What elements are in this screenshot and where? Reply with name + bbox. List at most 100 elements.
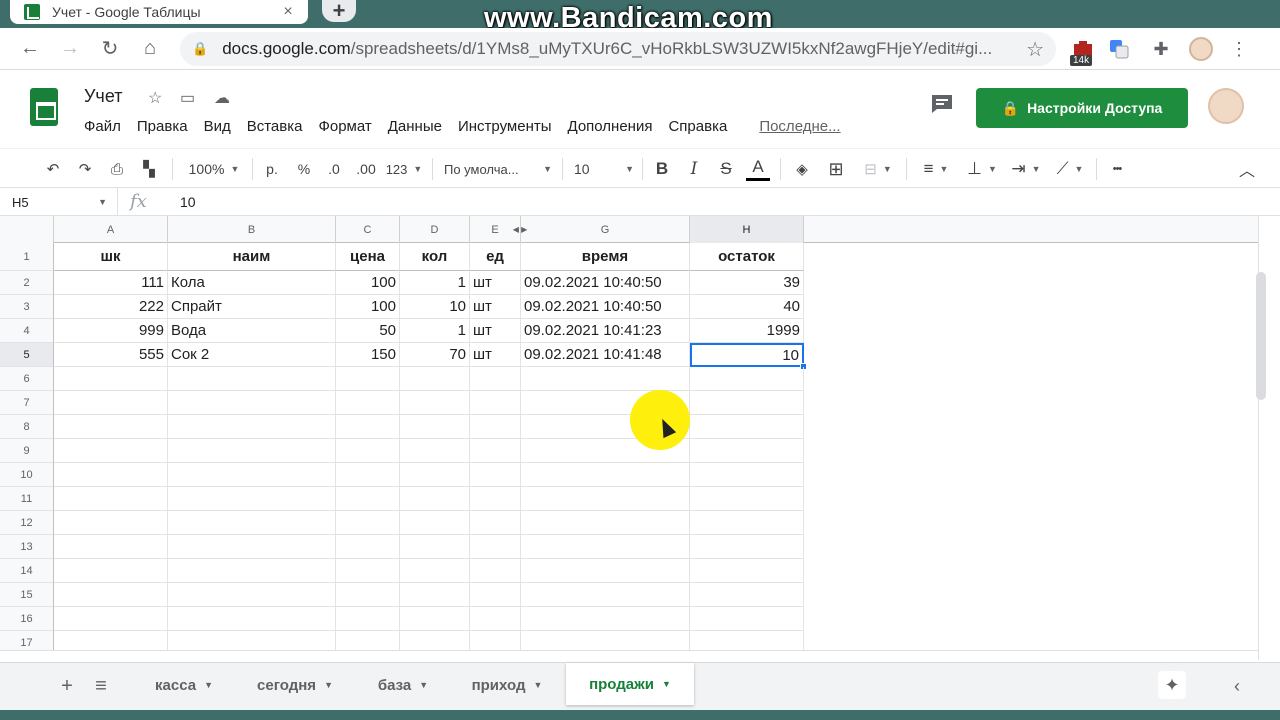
horizontal-scrollbar[interactable] [0, 650, 1258, 662]
cell-d7[interactable] [400, 391, 470, 415]
row-header-2[interactable]: 2 [0, 271, 54, 295]
cell-b11[interactable] [168, 487, 336, 511]
cell-e2[interactable]: шт [470, 271, 521, 295]
cell-d16[interactable] [400, 607, 470, 631]
menu-insert[interactable]: Вставка [247, 116, 311, 137]
cell-d9[interactable] [400, 439, 470, 463]
borders-icon[interactable]: ⊞ [824, 155, 848, 183]
cell-d15[interactable] [400, 583, 470, 607]
row-header-15[interactable]: 15 [0, 583, 54, 607]
cell-a14[interactable] [54, 559, 168, 583]
row-header-8[interactable]: 8 [0, 415, 54, 439]
cell-b12[interactable] [168, 511, 336, 535]
cell-b4[interactable]: Вода [168, 319, 336, 343]
spreadsheet-grid[interactable]: A B C D E G H ◀ ▶ 1 шк наим цена кол ед время остаток 2 1… [0, 216, 1258, 660]
column-header-b[interactable]: B [168, 216, 336, 243]
decrease-decimal-button[interactable]: .0 [322, 155, 346, 183]
cell-e11[interactable] [470, 487, 521, 511]
row-header-7[interactable]: 7 [0, 391, 54, 415]
bookmark-star-icon[interactable]: ☆ [1026, 37, 1044, 62]
cell-c3[interactable]: 100 [336, 295, 400, 319]
add-sheet-button[interactable]: + [54, 673, 80, 699]
cell-h1[interactable]: остаток [690, 243, 804, 271]
font-size-select[interactable]: 10 ▼ [574, 155, 634, 183]
cell-c4[interactable]: 50 [336, 319, 400, 343]
vertical-scrollbar-thumb[interactable] [1256, 272, 1266, 400]
cell-a7[interactable] [54, 391, 168, 415]
print-icon[interactable]: ⎙ [104, 155, 130, 183]
cell-c14[interactable] [336, 559, 400, 583]
paint-format-icon[interactable]: ▚ [136, 155, 162, 183]
cell-b7[interactable] [168, 391, 336, 415]
cell-e3[interactable]: шт [470, 295, 521, 319]
cell-g12[interactable] [521, 511, 690, 535]
cell-a10[interactable] [54, 463, 168, 487]
cell-a9[interactable] [54, 439, 168, 463]
row-header-5[interactable]: 5 [0, 343, 54, 367]
cell-h15[interactable] [690, 583, 804, 607]
sheet-tab-prodazhi[interactable]: продажи ▼ [566, 663, 694, 705]
cell-g5[interactable]: 09.02.2021 10:41:48 [521, 343, 690, 367]
account-avatar[interactable] [1208, 88, 1244, 124]
cell-h9[interactable] [690, 439, 804, 463]
row-header-11[interactable]: 11 [0, 487, 54, 511]
cell-e7[interactable] [470, 391, 521, 415]
cell-h14[interactable] [690, 559, 804, 583]
cell-a4[interactable]: 999 [54, 319, 168, 343]
column-header-g[interactable]: G [521, 216, 690, 243]
cell-h10[interactable] [690, 463, 804, 487]
cell-b5[interactable]: Сок 2 [168, 343, 336, 367]
cell-c10[interactable] [336, 463, 400, 487]
last-edit-link[interactable]: Последне... [759, 116, 840, 137]
row-header-10[interactable]: 10 [0, 463, 54, 487]
cell-e8[interactable] [470, 415, 521, 439]
menu-format[interactable]: Формат [318, 116, 379, 137]
cloud-status-icon[interactable]: ☁ [214, 88, 230, 108]
column-header-a[interactable]: A [54, 216, 168, 243]
translate-icon[interactable] [1102, 32, 1136, 66]
cell-c2[interactable]: 100 [336, 271, 400, 295]
cell-a6[interactable] [54, 367, 168, 391]
sheet-tab-baza[interactable]: база ▼ [358, 665, 448, 705]
cell-e5[interactable]: шт [470, 343, 521, 367]
comments-icon[interactable] [928, 94, 956, 120]
cell-g4[interactable]: 09.02.2021 10:41:23 [521, 319, 690, 343]
star-icon[interactable]: ☆ [148, 88, 162, 108]
cell-h2[interactable]: 39 [690, 271, 804, 295]
cell-g6[interactable] [521, 367, 690, 391]
cell-h11[interactable] [690, 487, 804, 511]
column-header-h[interactable]: H [690, 216, 804, 243]
cell-h13[interactable] [690, 535, 804, 559]
document-title[interactable]: Учет [84, 86, 122, 107]
cell-b1[interactable]: наим [168, 243, 336, 271]
menu-edit[interactable]: Правка [137, 116, 196, 137]
sheet-tab-kassa[interactable]: касса ▼ [134, 665, 234, 705]
row-header-9[interactable]: 9 [0, 439, 54, 463]
horizontal-align-icon[interactable]: ≡ ▼ [916, 155, 956, 183]
cell-c1[interactable]: цена [336, 243, 400, 271]
cell-b10[interactable] [168, 463, 336, 487]
cell-h8[interactable] [690, 415, 804, 439]
row-header-3[interactable]: 3 [0, 295, 54, 319]
cell-d10[interactable] [400, 463, 470, 487]
address-bar[interactable]: 🔒 docs.google.com/spreadsheets/d/1YMs8_u… [180, 32, 1056, 66]
currency-format-button[interactable]: р. [260, 155, 284, 183]
cell-c16[interactable] [336, 607, 400, 631]
cell-e1[interactable]: ед [470, 243, 521, 271]
strikethrough-button[interactable]: S [714, 155, 738, 183]
cell-h4[interactable]: 1999 [690, 319, 804, 343]
tab-close-icon[interactable]: × [280, 3, 296, 21]
cell-b8[interactable] [168, 415, 336, 439]
cell-h12[interactable] [690, 511, 804, 535]
redo-icon[interactable]: ↷ [72, 155, 98, 183]
cell-h3[interactable]: 40 [690, 295, 804, 319]
cell-a11[interactable] [54, 487, 168, 511]
italic-button[interactable]: I [682, 155, 706, 183]
explore-icon[interactable]: ✦ [1158, 671, 1186, 699]
browser-menu-icon[interactable]: ⋮ [1222, 32, 1256, 66]
cell-h5[interactable]: 10 [690, 343, 804, 367]
cell-a5[interactable]: 555 [54, 343, 168, 367]
cell-e4[interactable]: шт [470, 319, 521, 343]
cell-b13[interactable] [168, 535, 336, 559]
cell-d2[interactable]: 1 [400, 271, 470, 295]
